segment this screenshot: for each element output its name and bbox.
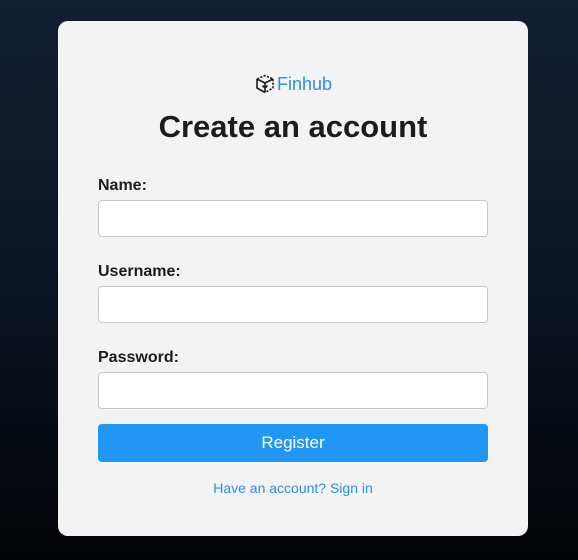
password-field[interactable]	[98, 372, 488, 409]
page-title: Create an account	[158, 109, 428, 144]
brand-link[interactable]: Finhub	[58, 73, 528, 95]
brand-name: Finhub	[276, 74, 333, 94]
register-button[interactable]: Register	[98, 424, 488, 462]
password-label: Password:	[98, 349, 179, 366]
name-field[interactable]	[98, 200, 488, 237]
signin-link[interactable]: Have an account? Sign in	[58, 479, 528, 497]
name-label: Name:	[98, 177, 147, 194]
username-label: Username:	[98, 263, 181, 280]
cube-icon	[254, 73, 276, 95]
register-card: Finhub Create an account Name: Username:…	[58, 21, 528, 536]
username-field[interactable]	[98, 286, 488, 323]
